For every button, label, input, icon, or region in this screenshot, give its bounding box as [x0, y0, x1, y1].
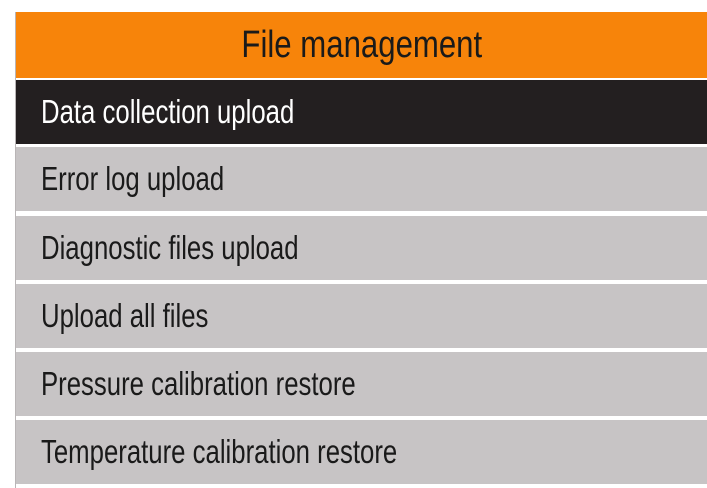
- menu-item-temperature-calibration-restore[interactable]: Temperature calibration restore: [16, 420, 707, 484]
- menu-item-pressure-calibration-restore[interactable]: Pressure calibration restore: [16, 352, 707, 416]
- menu-item-label: Diagnostic files upload: [41, 229, 299, 266]
- menu-item-upload-all-files[interactable]: Upload all files: [16, 284, 707, 348]
- page-title: File management: [241, 23, 483, 66]
- header-bar: File management: [16, 12, 707, 78]
- menu-item-label: Data collection upload: [41, 93, 295, 130]
- file-management-panel: File management Data collection upload E…: [15, 12, 707, 488]
- menu-item-error-log-upload[interactable]: Error log upload: [16, 147, 707, 211]
- menu-item-diagnostic-files-upload[interactable]: Diagnostic files upload: [16, 216, 707, 280]
- menu-item-label: Upload all files: [41, 297, 209, 334]
- menu-item-label: Error log upload: [41, 160, 225, 197]
- menu-item-data-collection-upload[interactable]: Data collection upload: [16, 80, 707, 144]
- menu-item-label: Pressure calibration restore: [41, 365, 356, 402]
- menu-item-label: Temperature calibration restore: [41, 433, 398, 470]
